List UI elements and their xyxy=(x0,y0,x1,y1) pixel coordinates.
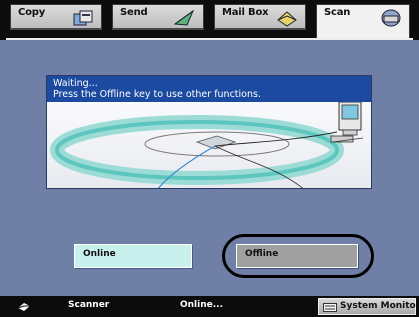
tab-copy-label: Copy xyxy=(18,7,46,18)
status-bar: Scanner Online... System Monitor xyxy=(0,296,419,317)
message-bar: Waiting... Press the Offline key to use … xyxy=(47,76,371,102)
tab-scan-label: Scan xyxy=(324,7,351,18)
copy-icon xyxy=(73,10,93,26)
scan-icon xyxy=(381,9,401,27)
scanner-platform xyxy=(195,135,237,150)
scanner-status-icon xyxy=(17,303,30,311)
tab-underline xyxy=(6,38,413,40)
status-state: Online... xyxy=(180,300,223,310)
tab-mailbox[interactable]: Mail Box xyxy=(214,4,306,30)
monitor-icon xyxy=(323,303,337,312)
network-illustration xyxy=(50,102,364,188)
offline-button[interactable]: Offline xyxy=(236,244,358,268)
online-button[interactable]: Online xyxy=(74,244,192,268)
status-mode: Scanner xyxy=(68,300,110,310)
tab-scan[interactable]: Scan xyxy=(316,4,410,40)
send-icon xyxy=(173,9,195,26)
system-monitor-button[interactable]: System Monitor xyxy=(318,298,419,315)
tab-send[interactable]: Send xyxy=(112,4,204,30)
tab-send-label: Send xyxy=(120,7,148,18)
computer-icon xyxy=(330,102,364,143)
tab-mailbox-label: Mail Box xyxy=(222,7,269,18)
function-tab-bar: Copy Send Mail Box Scan xyxy=(0,0,419,40)
outer-ring-core xyxy=(55,120,339,180)
system-monitor-label: System Monitor xyxy=(340,301,419,311)
message-line-2: Press the Offline key to use other funct… xyxy=(53,89,261,100)
message-line-1: Waiting... xyxy=(53,78,98,89)
mailbox-icon xyxy=(277,11,297,27)
tab-copy[interactable]: Copy xyxy=(10,4,102,30)
status-panel: Waiting... Press the Offline key to use … xyxy=(46,75,372,189)
